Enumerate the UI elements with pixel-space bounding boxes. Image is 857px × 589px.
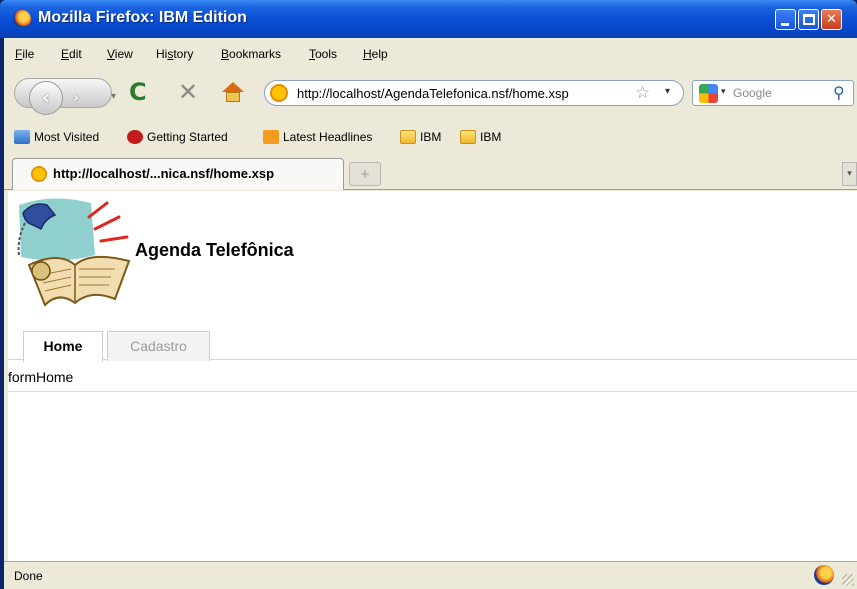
firefox-logo-icon xyxy=(13,10,31,28)
home-icon xyxy=(222,82,244,92)
firefox-status-icon[interactable] xyxy=(814,565,834,585)
navigation-toolbar: ‹ › ▾ C ✕ http://localhost/AgendaTelefon… xyxy=(4,72,857,116)
status-bar: Done xyxy=(4,561,857,589)
history-dropdown-icon[interactable]: ▾ xyxy=(111,91,116,102)
close-button[interactable]: ✕ xyxy=(821,9,842,30)
phonebook-logo xyxy=(17,198,131,307)
bookmark-star-icon[interactable]: ☆ xyxy=(635,83,650,103)
reload-button[interactable]: C xyxy=(129,78,147,106)
search-box[interactable]: ▾ Google ⚲ xyxy=(692,80,854,106)
address-bar[interactable]: http://localhost/AgendaTelefonica.nsf/ho… xyxy=(264,80,684,106)
bookmark-label: Latest Headlines xyxy=(283,130,373,144)
tab-site-icon xyxy=(31,166,47,182)
menu-history[interactable]: History xyxy=(156,47,193,61)
page-content: Agenda Telefônica Home Cadastro formHome xyxy=(8,191,857,561)
app-tab-bar: Home Cadastro xyxy=(8,329,857,362)
menu-edit-label: dit xyxy=(69,47,82,61)
site-identity-icon[interactable] xyxy=(270,84,288,102)
google-engine-icon[interactable] xyxy=(699,84,718,103)
site-title: Agenda Telefônica xyxy=(135,240,294,260)
browser-frame: File Edit View History Bookmarks Tools H… xyxy=(4,38,857,589)
folder-icon xyxy=(400,130,416,144)
tab-list-dropdown-icon[interactable]: ▾ xyxy=(842,162,857,186)
bookmark-label: IBM xyxy=(420,130,442,144)
maximize-button[interactable] xyxy=(798,9,819,30)
menu-help-accesskey: H xyxy=(363,47,372,61)
url-text[interactable]: http://localhost/AgendaTelefonica.nsf/ho… xyxy=(297,86,569,101)
divider xyxy=(8,391,857,392)
menu-edit[interactable]: Edit xyxy=(61,47,82,61)
window-title: Mozilla Firefox: IBM Edition xyxy=(38,9,247,26)
rss-icon xyxy=(263,130,279,144)
browser-tab-active[interactable]: http://localhost/...nica.nsf/home.xsp xyxy=(12,158,344,190)
menu-tools-label: ools xyxy=(315,47,338,61)
folder-icon xyxy=(460,130,476,144)
menu-bookmarks-accesskey: B xyxy=(221,47,230,61)
menu-view-label: iew xyxy=(114,47,133,61)
stop-button[interactable]: ✕ xyxy=(178,78,198,106)
tab-strip: http://localhost/...nica.nsf/home.xsp + … xyxy=(4,158,857,190)
bookmark-label: Getting Started xyxy=(147,130,228,144)
tab-home[interactable]: Home xyxy=(23,331,103,362)
engine-dropdown-icon[interactable]: ▾ xyxy=(721,87,726,97)
url-dropdown-icon[interactable]: ▾ xyxy=(665,86,670,97)
menu-bookmarks[interactable]: Bookmarks xyxy=(221,47,281,61)
minimize-button[interactable] xyxy=(775,9,796,30)
form-name-label: formHome xyxy=(8,369,74,385)
status-text: Done xyxy=(14,569,43,583)
menu-bar: File Edit View History Bookmarks Tools H… xyxy=(4,44,857,66)
most-visited-icon xyxy=(14,130,30,144)
menu-help[interactable]: Help xyxy=(363,47,388,61)
back-button[interactable]: ‹ xyxy=(29,81,63,115)
maximize-icon xyxy=(803,14,815,25)
back-arrow-icon: ‹ xyxy=(41,85,51,109)
getting-started-icon xyxy=(127,130,143,144)
tab-cadastro[interactable]: Cadastro xyxy=(107,331,210,361)
new-tab-button[interactable]: + xyxy=(349,162,381,186)
back-forward-group: ‹ › ▾ xyxy=(14,78,116,115)
home-icon-body xyxy=(226,92,240,102)
bookmark-label: Most Visited xyxy=(34,130,100,144)
bookmark-label: IBM xyxy=(480,130,502,144)
close-icon: ✕ xyxy=(826,12,837,27)
search-input[interactable]: Google xyxy=(733,86,772,100)
home-button[interactable] xyxy=(222,82,244,102)
menu-tools[interactable]: Tools xyxy=(309,47,337,61)
search-icon[interactable]: ⚲ xyxy=(833,83,845,102)
resize-grip-icon[interactable] xyxy=(842,574,854,586)
forward-button[interactable]: › xyxy=(73,90,79,106)
menu-view-accesskey: V xyxy=(107,47,115,61)
menu-help-label: elp xyxy=(371,47,388,61)
menu-view[interactable]: View xyxy=(107,47,133,61)
menu-bookmarks-label: ookmarks xyxy=(229,47,282,61)
bookmarks-toolbar: Most Visited Getting Started Latest Head… xyxy=(4,124,857,150)
menu-file-label: ile xyxy=(22,47,35,61)
menu-history-prefix: Hi xyxy=(156,47,168,61)
menu-edit-accesskey: E xyxy=(61,47,70,61)
browser-window: Mozilla Firefox: IBM Edition ✕ File Edit… xyxy=(0,0,857,589)
tab-title: http://localhost/...nica.nsf/home.xsp xyxy=(53,166,275,181)
title-bar[interactable]: Mozilla Firefox: IBM Edition ✕ xyxy=(0,0,857,38)
menu-file[interactable]: File xyxy=(15,47,34,61)
menu-history-label: tory xyxy=(173,47,194,61)
minimize-icon xyxy=(781,23,789,26)
